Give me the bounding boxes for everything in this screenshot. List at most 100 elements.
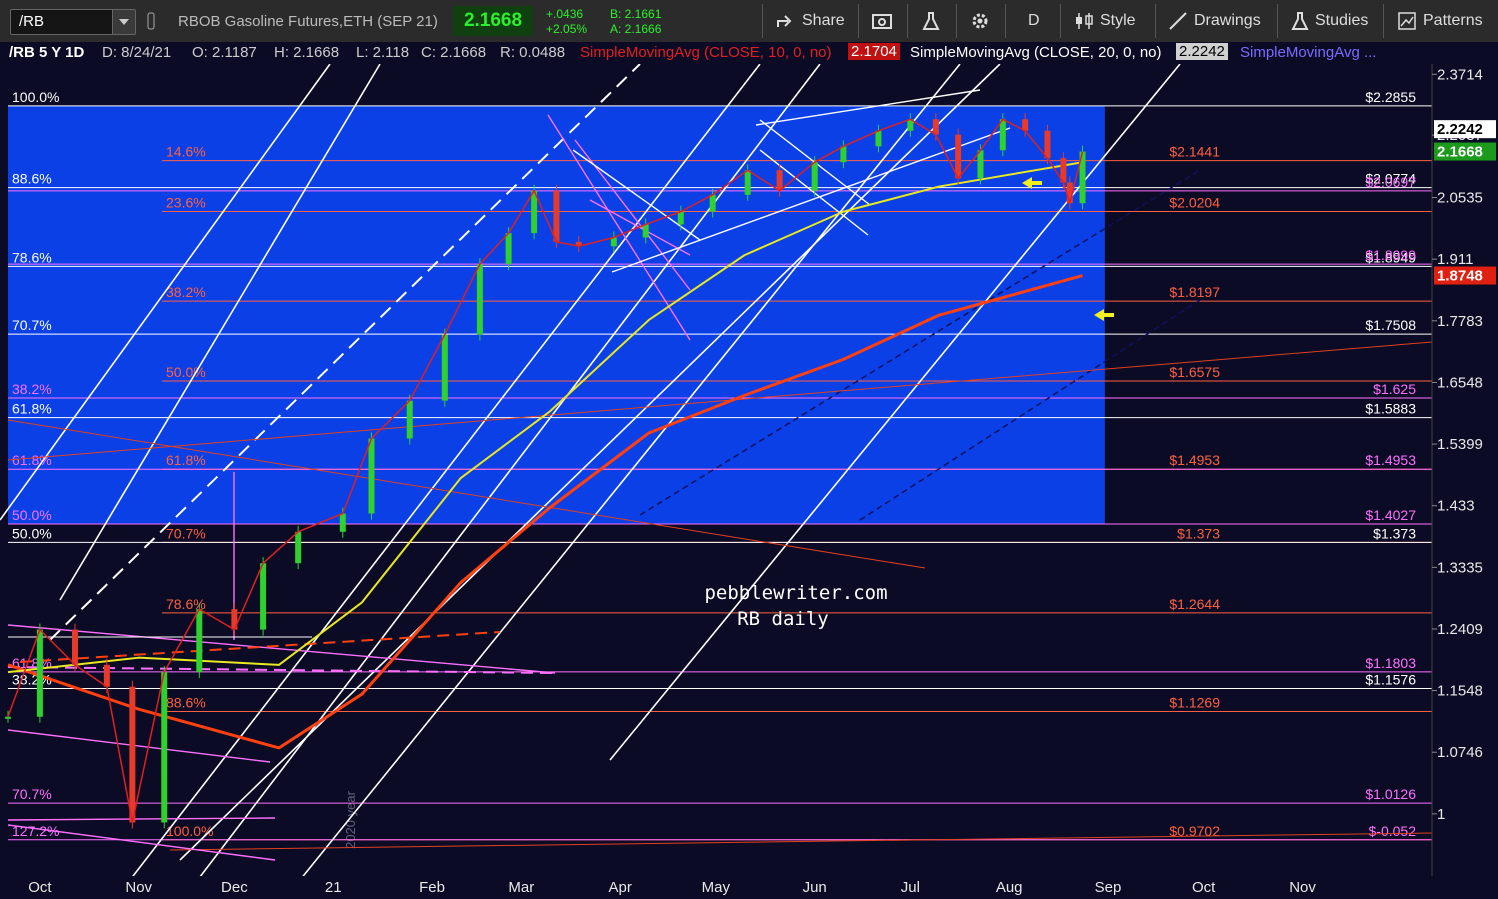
fib-red-level-label: 88.6%: [166, 695, 206, 711]
y-tick-label: 1.911: [1437, 251, 1473, 268]
fib-pink-level-value: $1.1803: [1365, 655, 1416, 671]
candle-body: [999, 119, 1006, 151]
x-tick-label: Feb: [419, 879, 445, 896]
y-tick-label: 1.6548: [1437, 374, 1483, 391]
x-tick-label: 21: [325, 879, 342, 896]
fib-red-level-value: $1.1269: [1169, 695, 1220, 711]
fib-red-level-value: $1.8197: [1169, 284, 1220, 300]
candle-body: [441, 334, 448, 401]
y-tick-label: 1.7783: [1437, 313, 1483, 330]
fib-pink-level-label: 38.2%: [12, 381, 52, 397]
y-tick-label: 1.5399: [1437, 436, 1483, 453]
x-tick-label: Nov: [1289, 879, 1316, 896]
candle-body: [295, 531, 302, 564]
candle-body: [932, 119, 939, 135]
info-sma10-value: 2.1704: [848, 43, 900, 60]
x-tick-label: May: [702, 879, 731, 896]
y-tick-label: 2.3714: [1437, 66, 1483, 83]
fib-pink-level-value: $2.0697: [1365, 174, 1416, 190]
y-tick-label: 1.0746: [1437, 744, 1483, 761]
info-ticker: /RB 5 Y 1D: [9, 44, 85, 61]
fib-red-level-value: $2.1441: [1169, 144, 1220, 160]
x-tick-label: Jul: [901, 879, 920, 896]
info-range: R: 0.0488: [500, 44, 566, 61]
price-chart[interactable]: 2020 year14.6% $2.144123.6% $2.020438.2% $1…: [0, 0, 1498, 899]
candle-body: [103, 664, 110, 687]
info-high: H: 2.1668: [274, 44, 340, 61]
candle-body: [5, 716, 11, 719]
study-info-bar: /RB 5 Y 1D D: 8/24/21 O: 2.1187 H: 2.166…: [0, 42, 1498, 64]
candle-body: [776, 170, 783, 191]
info-low: L: 2.118: [356, 44, 410, 61]
fib-pink-level-value: $1.8999: [1365, 247, 1416, 263]
candle-body: [161, 672, 168, 823]
x-tick-label: Dec: [221, 879, 248, 896]
y-tick-label: 1.3335: [1437, 559, 1483, 576]
fib-pink-level-value: $1.4953: [1365, 452, 1416, 468]
info-sma-more: SimpleMovingAvg ...: [1240, 44, 1377, 61]
fib-white-level-value: $1.5883: [1365, 401, 1416, 417]
y-tick-label: 1: [1437, 806, 1445, 823]
info-sma20: SimpleMovingAvg (CLOSE, 20, 0, no): [910, 44, 1162, 61]
y-tick-label: 1.433: [1437, 498, 1475, 515]
fib-white-level-label: 88.6%: [12, 171, 52, 187]
annotation-site: pebblewriter.com: [704, 582, 887, 604]
fib-pink-level-value: $1.4027: [1365, 507, 1416, 523]
fib-red-level-value: $2.0204: [1169, 194, 1220, 210]
fib-white-level-label: 100.0%: [12, 89, 59, 105]
sma20-price-marker: 2.2242: [1437, 121, 1483, 138]
candle-body: [260, 563, 267, 630]
fib-red-level-label: 61.8%: [166, 452, 206, 468]
fib-white-level-value: $1.1576: [1365, 671, 1416, 687]
candle-body: [610, 237, 617, 247]
last-price-marker: 2.1668: [1437, 144, 1483, 161]
candle-body: [196, 609, 203, 673]
fib-white-level-label: 70.7%: [12, 317, 52, 333]
candle-body: [875, 130, 882, 147]
candle-body: [476, 264, 483, 335]
candle-body: [977, 150, 984, 179]
fib-white-level-label: 78.6%: [12, 249, 52, 265]
fib-white-level-value: $1.373: [1373, 525, 1416, 541]
info-date: D: 8/24/21: [102, 44, 172, 61]
fib-pink-level-label: 61.8%: [12, 452, 52, 468]
fib-red-level-value: $1.6575: [1169, 364, 1220, 380]
info-close: C: 2.1668: [421, 44, 487, 61]
fib-red-level-value: $1.2644: [1169, 596, 1220, 612]
candle-body: [744, 170, 751, 195]
candle-body: [406, 400, 413, 439]
x-tick-label: Aug: [996, 879, 1023, 896]
x-tick-label: Nov: [125, 879, 152, 896]
y-tick-label: 2.0535: [1437, 190, 1483, 207]
x-tick-label: Mar: [508, 879, 534, 896]
fib-pink-level-value: $-0.052: [1369, 823, 1417, 839]
fib-white-level-label: 50.0%: [12, 525, 52, 541]
candle-body: [840, 146, 847, 163]
fib-pink-level-label: 70.7%: [12, 786, 52, 802]
fib-white-level-label: 61.8%: [12, 401, 52, 417]
candle-body: [339, 513, 346, 532]
x-tick-label: Sep: [1095, 879, 1122, 896]
fib-red-level-label: 70.7%: [166, 525, 206, 541]
candle-body: [553, 190, 560, 242]
candle-body: [36, 629, 43, 717]
fib-pink-level-value: $1.0126: [1365, 786, 1416, 802]
info-sma20-value: 2.2242: [1176, 43, 1228, 60]
candle-body: [71, 629, 78, 665]
fib-red-level-value: $1.4953: [1169, 452, 1220, 468]
sma200-price-marker: 1.8748: [1437, 268, 1483, 285]
fib-red-level-label: 23.6%: [166, 194, 206, 210]
candle-body: [955, 134, 962, 179]
candle-body: [1044, 130, 1051, 159]
fib-pink-level-value: $1.625: [1373, 381, 1416, 397]
candle-body: [709, 194, 716, 212]
fib-red-level-label: 14.6%: [166, 144, 206, 160]
candle-body: [368, 438, 375, 514]
candle-body: [677, 211, 684, 225]
candle-body: [642, 224, 649, 238]
annotation-rb-daily: RB daily: [737, 608, 829, 630]
info-open: O: 2.1187: [192, 44, 257, 61]
x-tick-label: Jun: [803, 879, 827, 896]
fib-pink-level-label: 50.0%: [12, 507, 52, 523]
fib-white-level-value: $1.7508: [1365, 317, 1416, 333]
